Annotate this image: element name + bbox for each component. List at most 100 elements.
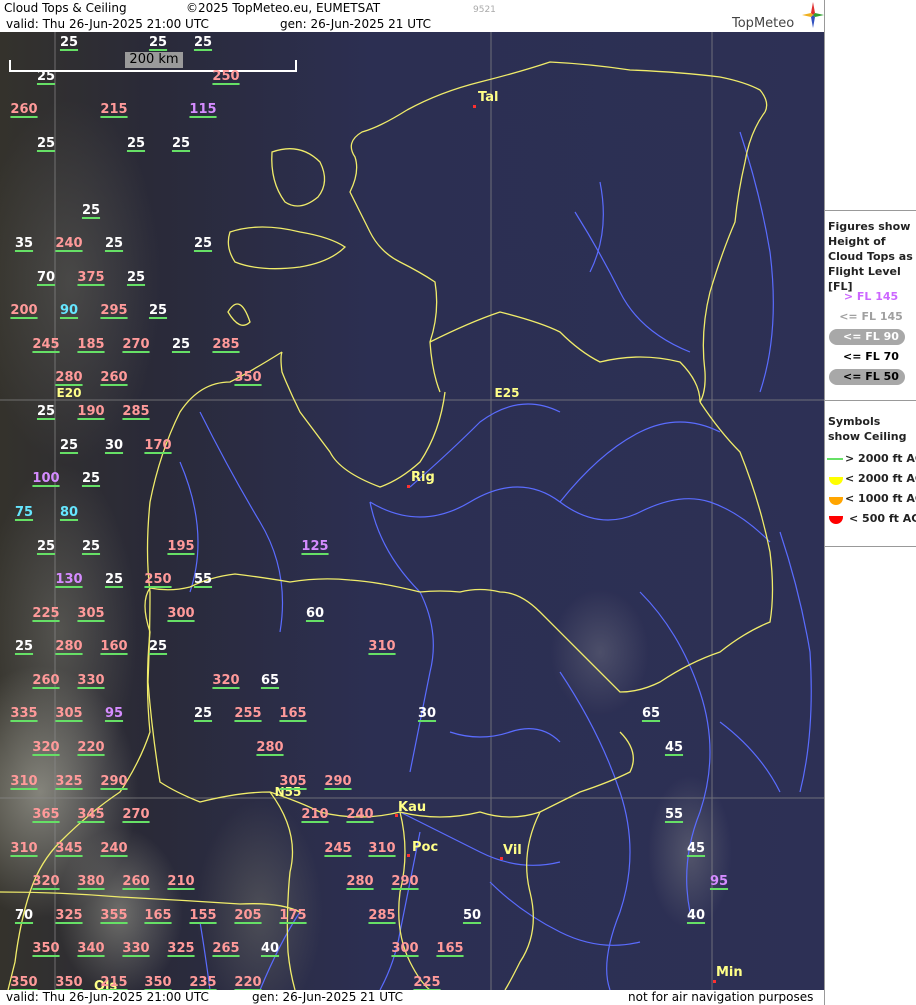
cloud-top-label: 25	[104, 236, 124, 251]
cloud-top-label: 260	[32, 673, 60, 688]
cloud-top-label: 165	[436, 941, 464, 956]
cloud-top-label: 310	[10, 774, 38, 789]
legend-level-text: > FL 145	[843, 290, 899, 303]
compass-icon	[802, 2, 824, 28]
cloud-top-label: 25	[171, 136, 191, 151]
cloud-top-label: 185	[77, 337, 105, 352]
footer-generated-time: gen: 26-Jun-2025 21 UTC	[252, 990, 404, 1004]
cloud-top-label: 215	[100, 975, 128, 990]
cloud-top-label: 350	[234, 370, 262, 385]
cloud-top-label: 45	[686, 841, 706, 856]
cloud-top-label: 305	[55, 706, 83, 721]
cloud-top-label: 285	[122, 404, 150, 419]
cloud-top-label: 25	[81, 471, 101, 486]
cloud-top-label: 30	[417, 706, 437, 721]
cloud-top-label: 330	[77, 673, 105, 688]
cloud-top-label: 115	[189, 102, 217, 117]
cloud-top-label: 80	[59, 505, 79, 520]
cloud-top-label: 245	[324, 841, 352, 856]
cloud-top-label: 270	[122, 337, 150, 352]
satellite-map[interactable]: 200 km E20 E25 N55 Tal Rig Kau Poc Vil M…	[0, 32, 824, 990]
cloud-top-label: 350	[32, 941, 60, 956]
topmeteo-logo: TopMeteo	[718, 0, 824, 32]
legend-symbol-text: < 500 ft AGL	[849, 512, 916, 525]
cloud-top-label: 155	[189, 908, 217, 923]
generated-time: gen: 26-Jun-2025 21 UTC	[280, 17, 432, 31]
brand-text: TopMeteo	[732, 16, 795, 31]
cloud-top-label: 240	[346, 807, 374, 822]
cloud-top-label: 245	[32, 337, 60, 352]
coord-label-e25: E25	[494, 386, 520, 400]
cloud-top-label: 25	[193, 706, 213, 721]
cloud-top-label: 320	[32, 874, 60, 889]
cloud-top-label: 25	[148, 639, 168, 654]
cloud-top-label: 45	[664, 740, 684, 755]
legend-level-text: <= FL 70	[843, 350, 899, 363]
legend-figures-section: Figures show Height of Cloud Tops as Fli…	[825, 210, 916, 401]
cloud-top-label: 25	[36, 136, 56, 151]
legend-level-3: <= FL 90	[825, 330, 916, 343]
cloud-top-label: 95	[104, 706, 124, 721]
city-label-kau: Kau	[398, 800, 427, 815]
cloud-top-label: 30	[104, 438, 124, 453]
legend-figures-title: Figures show Height of Cloud Tops as Fli…	[828, 220, 913, 293]
cloud-top-label: 375	[77, 270, 105, 285]
cloud-top-label: 60	[305, 606, 325, 621]
cloud-top-label: 25	[59, 35, 79, 50]
cloud-top-label: 100	[32, 471, 60, 486]
cloud-top-label: 75	[14, 505, 34, 520]
cloud-top-label: 305	[77, 606, 105, 621]
cloud-top-label: 210	[167, 874, 195, 889]
cloud-top-label: 25	[126, 136, 146, 151]
cloud-top-label: 310	[368, 639, 396, 654]
cloud-top-label: 290	[324, 774, 352, 789]
cloud-top-label: 25	[193, 35, 213, 50]
cloud-top-label: 70	[14, 908, 34, 923]
cloud-top-label: 345	[55, 841, 83, 856]
legend-level-1: > FL 145	[825, 290, 916, 303]
cloud-top-label: 225	[32, 606, 60, 621]
legend-level-text: <= FL 50	[843, 370, 899, 383]
ceiling-bowl-icon	[829, 477, 843, 485]
cloud-top-label: 165	[279, 706, 307, 721]
cloud-top-label: 210	[301, 807, 329, 822]
legend-symbol-text: < 1000 ft AGL	[845, 492, 916, 505]
cloud-top-label: 270	[122, 807, 150, 822]
cloud-top-label: 90	[59, 303, 79, 318]
cloud-top-label: 280	[346, 874, 374, 889]
cloud-top-label: 95	[709, 874, 729, 889]
city-label-poc: Poc	[412, 840, 439, 855]
cloud-top-label: 175	[279, 908, 307, 923]
cloud-top-label: 25	[148, 35, 168, 50]
cloud-top-label: 285	[368, 908, 396, 923]
cloud-top-label: 215	[100, 102, 128, 117]
cloud-top-label: 380	[77, 874, 105, 889]
cloud-top-label: 250	[212, 69, 240, 84]
cloud-top-label: 125	[301, 539, 329, 554]
cloud-top-label: 250	[144, 572, 172, 587]
cloud-top-label: 25	[104, 572, 124, 587]
cloud-top-label: 280	[256, 740, 284, 755]
cloud-top-label: 310	[10, 841, 38, 856]
cloud-top-label: 195	[167, 539, 195, 554]
cloud-top-label: 40	[260, 941, 280, 956]
footer-bar: valid: Thu 26-Jun-2025 21:00 UTC gen: 26…	[0, 990, 824, 1005]
city-label-min: Min	[716, 965, 743, 980]
cloud-top-label: 55	[193, 572, 213, 587]
ceiling-bowl-icon	[829, 516, 843, 524]
cloud-top-label: 225	[413, 975, 441, 990]
cloud-top-label: 25	[193, 236, 213, 251]
cloud-top-label: 25	[171, 337, 191, 352]
copyright-text: ©2025 TopMeteo.eu, EUMETSAT	[186, 1, 381, 15]
cloud-top-label: 240	[100, 841, 128, 856]
city-marker	[713, 980, 716, 983]
cloud-top-label: 235	[189, 975, 217, 990]
legend-symbol-text: > 2000 ft AGL	[845, 452, 916, 465]
cloud-top-label: 25	[59, 438, 79, 453]
city-marker	[473, 105, 476, 108]
cloud-top-label: 260	[122, 874, 150, 889]
cloud-top-label: 220	[234, 975, 262, 990]
cloud-top-label: 25	[36, 69, 56, 84]
legend-symbols-section: Symbols show Ceiling > 2000 ft AGL < 200…	[825, 400, 916, 547]
product-code: 9521	[473, 5, 496, 15]
